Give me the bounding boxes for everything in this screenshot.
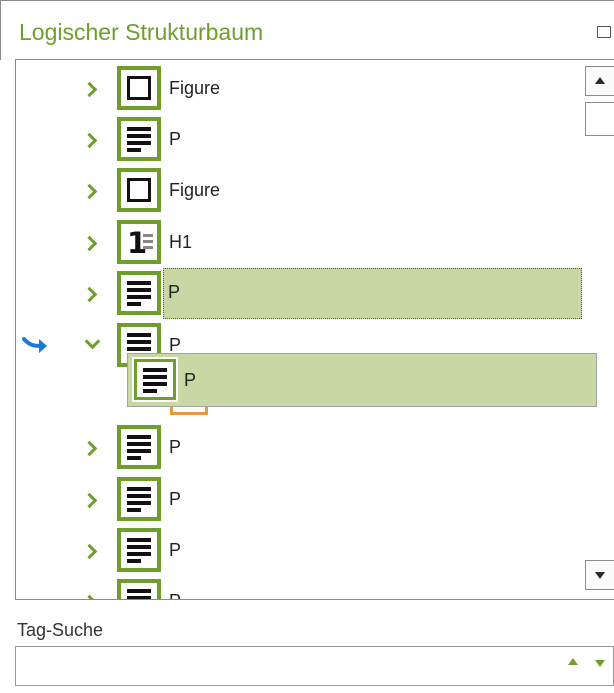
tag-search-section: Tag-Suche [0,600,614,693]
paragraph-lines-icon [134,359,176,400]
chevron-right-icon[interactable] [81,286,98,303]
chevron-right-icon[interactable] [81,81,98,98]
spin-down-icon[interactable] [595,660,605,667]
scroll-down-button[interactable] [585,560,614,590]
chevron-down-icon[interactable] [84,333,101,350]
tag-search-input[interactable] [15,646,614,686]
panel-title: Logischer Strukturbaum [19,19,264,45]
selected-node-label: P [168,282,181,302]
chevron-right-icon[interactable] [81,543,98,560]
heading-one-icon: 1 [117,220,161,264]
tree-row[interactable]: 1 H1 [16,217,566,267]
selected-node[interactable]: P [163,268,582,319]
chevron-right-icon[interactable] [81,235,98,252]
chevron-right-icon[interactable] [81,440,98,457]
tree-row[interactable]: Figure [16,165,566,215]
paragraph-lines-icon [117,579,161,599]
tree-row[interactable]: P [16,525,566,575]
tree-row-partial[interactable]: P [16,576,566,599]
tree-row-label: P [169,590,181,599]
tree-row[interactable]: P [16,422,566,472]
tree-row[interactable]: Figure [16,63,566,113]
tree-row-label: P [169,437,182,457]
scroll-up-icon [595,77,605,84]
drag-ghost-label: P [184,370,197,390]
scroll-down-icon [595,572,605,579]
scroll-up-button[interactable] [585,66,614,96]
chevron-right-icon[interactable] [81,183,98,200]
paragraph-lines-icon [117,477,161,521]
tree-row-label: Figure [169,78,221,98]
tree-row-label: Figure [169,180,221,200]
chevron-right-icon[interactable] [81,492,98,509]
scroll-thumb[interactable] [585,102,614,136]
spin-up-icon[interactable] [568,658,578,665]
figure-square-icon [117,168,161,212]
tree-row[interactable]: P [16,474,566,524]
figure-square-icon [117,66,161,110]
drag-ghost: P [127,353,597,407]
tree-row[interactable]: P [16,114,566,164]
tag-search-label: Tag-Suche [17,620,104,640]
paragraph-lines-icon [117,117,161,161]
paragraph-lines-icon [117,425,161,469]
tree-row-label: H1 [169,232,193,252]
tree-row-label: P [169,489,182,509]
maximize-button[interactable] [597,26,611,38]
paragraph-lines-icon [117,528,161,572]
panel-header: Logischer Strukturbaum [0,0,614,60]
logical-structure-tree-panel: Logischer Strukturbaum Figure P Figure 1… [0,0,614,693]
tree-row-label: P [169,129,182,149]
tree-row-label: P [169,540,182,560]
paragraph-lines-icon [117,271,161,315]
chevron-right-icon[interactable] [81,132,98,149]
structure-tree: Figure P Figure 1 H1 P P P P P P [15,59,614,600]
